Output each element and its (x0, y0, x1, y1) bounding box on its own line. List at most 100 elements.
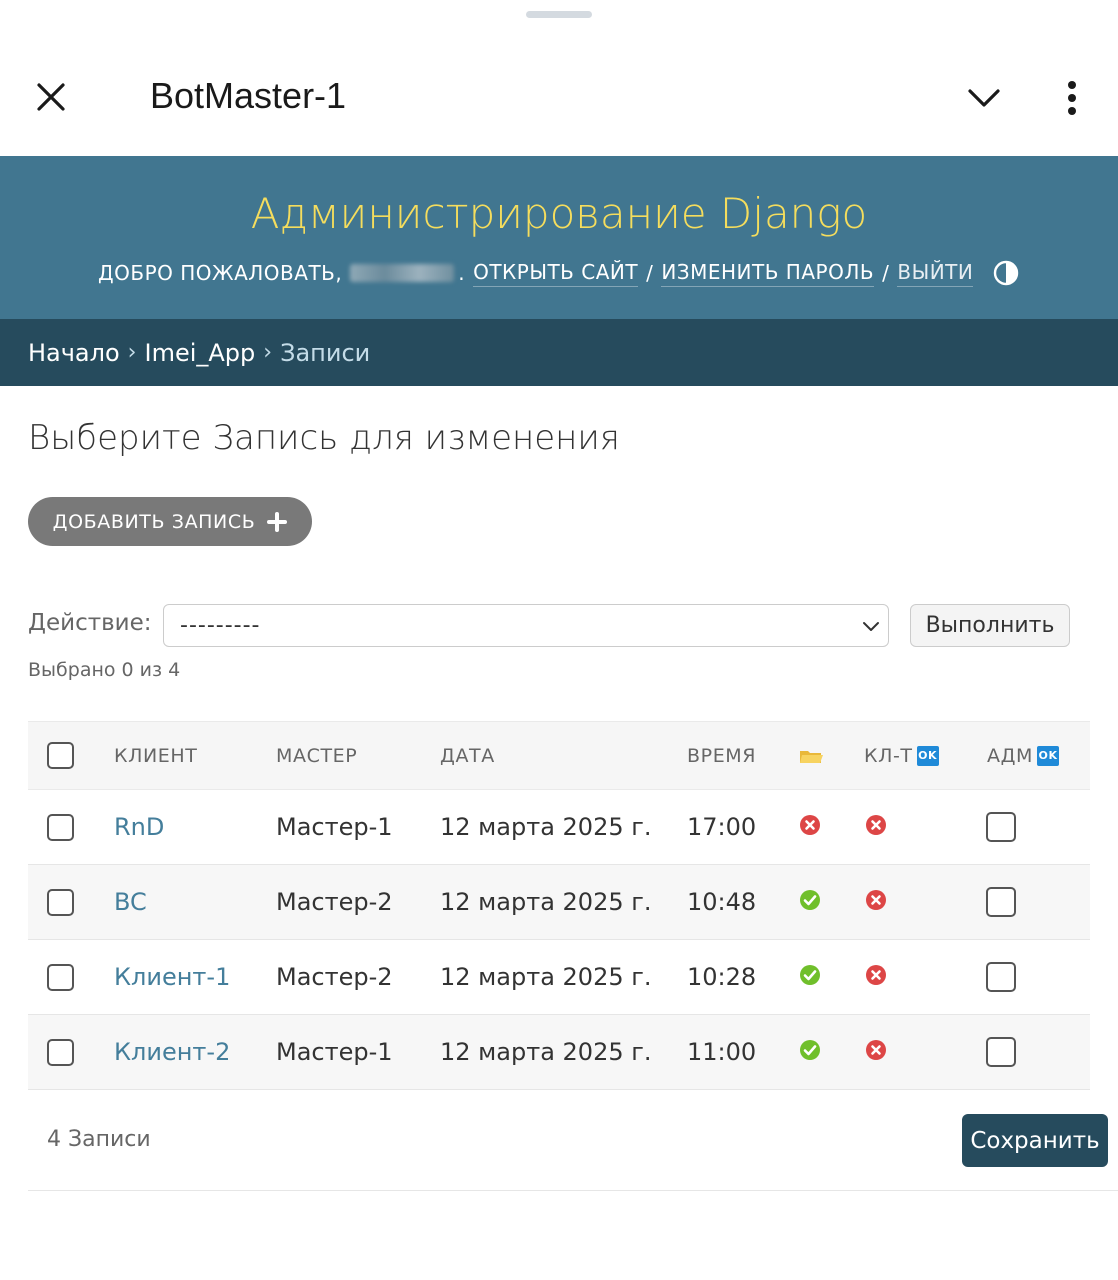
admin-checkbox[interactable] (986, 962, 1016, 992)
client-confirmed-cell (865, 1015, 887, 1089)
ok-icon: OK (916, 745, 939, 766)
client-link[interactable]: RnD (114, 790, 164, 864)
client-confirmed-cell (865, 940, 887, 1014)
drag-handle[interactable] (526, 11, 592, 18)
date-cell: 12 марта 2025 г. (440, 1038, 652, 1066)
change-password-link[interactable]: ИЗМЕНИТЬ ПАРОЛЬ (661, 260, 875, 287)
master-cell: Мастер-2 (276, 963, 393, 991)
collapse-button[interactable] (962, 78, 1006, 118)
add-record-label: ДОБАВИТЬ ЗАПИСЬ (52, 510, 256, 533)
table-row: RnD Мастер-1 12 марта 2025 г. 17:00 (28, 790, 1090, 865)
breadcrumb-home[interactable]: Начало (28, 339, 120, 367)
table-row: Клиент-2 Мастер-1 12 марта 2025 г. 11:00 (28, 1015, 1090, 1090)
table-row: Клиент-1 Мастер-2 12 марта 2025 г. 10:28 (28, 940, 1090, 1015)
client-flag-label: КЛ-Т (864, 744, 913, 767)
admin-checked-cell (986, 940, 1016, 1014)
more-vert-icon (1068, 81, 1076, 115)
client-link[interactable]: BC (114, 865, 147, 939)
logout-link[interactable]: ВЫЙТИ (897, 260, 974, 287)
row-select-checkbox[interactable] (47, 888, 74, 916)
add-record-button[interactable]: ДОБАВИТЬ ЗАПИСЬ (28, 497, 312, 546)
more-options-button[interactable] (1052, 76, 1092, 120)
action-label: Действие: (28, 610, 152, 636)
yes-icon (799, 964, 821, 990)
column-header-date[interactable]: ДАТА (440, 722, 495, 789)
column-header-client-flag[interactable]: КЛ-Т OK (864, 722, 939, 789)
yes-icon (799, 889, 821, 915)
table-row: BC Мастер-2 12 марта 2025 г. 10:48 (28, 865, 1090, 940)
row-select-checkbox[interactable] (47, 1038, 74, 1066)
column-header-status[interactable] (799, 722, 823, 789)
welcome-suffix: . (458, 261, 466, 285)
close-icon (37, 83, 65, 111)
client-confirmed-cell (865, 865, 887, 939)
admin-header: Администрирование Django ДОБРО ПОЖАЛОВАТ… (0, 156, 1118, 319)
user-tools: ДОБРО ПОЖАЛОВАТЬ, . ОТКРЫТЬ САЙТ / ИЗМЕН… (98, 256, 1019, 290)
no-icon (865, 1039, 887, 1065)
run-action-button[interactable]: Выполнить (910, 604, 1070, 647)
action-select[interactable]: --------- (163, 604, 889, 647)
result-count: 4 Записи (47, 1127, 151, 1152)
breadcrumb-current: Записи (280, 338, 371, 367)
separator: / (882, 261, 890, 285)
status-cell (799, 1015, 821, 1089)
contrast-icon (994, 260, 1019, 286)
client-confirmed-cell (865, 790, 887, 864)
master-cell: Мастер-1 (276, 813, 393, 841)
page-title: Выберите Запись для изменения (28, 418, 620, 458)
column-header-master[interactable]: МАСТЕР (276, 722, 357, 789)
welcome-text: ДОБРО ПОЖАЛОВАТЬ, (98, 261, 343, 285)
status-cell (799, 790, 821, 864)
row-select-cell (47, 940, 74, 1014)
column-header-time[interactable]: ВРЕМЯ (687, 722, 756, 789)
column-header-admin-flag[interactable]: АДМ OK (987, 722, 1060, 789)
separator: / (646, 261, 654, 285)
client-link[interactable]: Клиент-1 (114, 940, 230, 1014)
status-cell (799, 865, 821, 939)
status-cell (799, 940, 821, 1014)
admin-checkbox[interactable] (986, 812, 1016, 842)
selected-count: Выбрано 0 из 4 (28, 659, 181, 681)
table-body: RnD Мастер-1 12 марта 2025 г. 17:00 BC Мастер… (28, 790, 1090, 1090)
date-cell: 12 марта 2025 г. (440, 888, 652, 916)
admin-checkbox[interactable] (986, 1037, 1016, 1067)
column-header-client[interactable]: КЛИЕНТ (114, 722, 198, 789)
client-link[interactable]: Клиент-2 (114, 1015, 230, 1089)
chevron-down-icon (968, 89, 1000, 107)
results-table: КЛИЕНТ МАСТЕР ДАТА ВРЕМЯ КЛ-Т OK АДМ OK … (28, 721, 1090, 1090)
master-cell: Мастер-1 (276, 1038, 393, 1066)
no-icon (865, 889, 887, 915)
admin-checked-cell (986, 865, 1016, 939)
table-header-row: КЛИЕНТ МАСТЕР ДАТА ВРЕМЯ КЛ-Т OK АДМ OK (28, 721, 1090, 790)
theme-toggle-button[interactable] (993, 260, 1019, 286)
sheet-title: BotMaster-1 (150, 75, 347, 116)
admin-checked-cell (986, 790, 1016, 864)
row-select-checkbox[interactable] (47, 813, 74, 841)
row-select-cell (47, 790, 74, 864)
breadcrumb-app[interactable]: Imei_App (144, 339, 255, 367)
date-cell: 12 марта 2025 г. (440, 813, 652, 841)
master-cell: Мастер-2 (276, 888, 393, 916)
site-branding[interactable]: Администрирование Django (0, 188, 1118, 240)
redacted-username (350, 264, 455, 282)
breadcrumb-separator: › (127, 340, 137, 365)
breadcrumb-separator: › (263, 340, 273, 365)
time-cell: 11:00 (687, 1038, 757, 1066)
view-site-link[interactable]: ОТКРЫТЬ САЙТ (473, 260, 639, 287)
action-select-value: --------- (180, 613, 261, 638)
time-cell: 17:00 (687, 813, 757, 841)
close-button[interactable] (30, 76, 72, 118)
no-icon (799, 814, 821, 840)
row-select-cell (47, 865, 74, 939)
select-all-checkbox[interactable] (47, 742, 74, 769)
folder-icon (800, 750, 823, 763)
plus-icon (267, 511, 288, 532)
row-select-checkbox[interactable] (47, 963, 74, 991)
no-icon (865, 814, 887, 840)
yes-icon (799, 1039, 821, 1065)
row-select-cell (47, 1015, 74, 1089)
admin-flag-label: АДМ (987, 744, 1034, 767)
admin-checkbox[interactable] (986, 887, 1016, 917)
divider (28, 1190, 1118, 1191)
save-button[interactable]: Сохранить (962, 1114, 1108, 1167)
